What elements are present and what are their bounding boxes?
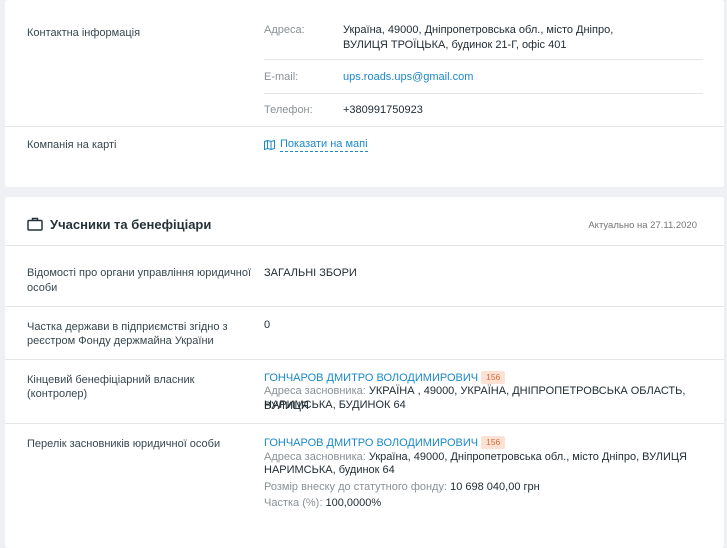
governance-label-1: Відомості про органи управління юридично… (27, 267, 252, 279)
divider (5, 423, 724, 424)
beneficiary-address-label: Адреса засновника: (264, 385, 366, 397)
divider (5, 126, 724, 127)
beneficiary-name-link[interactable]: ГОНЧАРОВ ДМИТРО ВОЛОДИМИРОВИЧ (264, 372, 478, 384)
actual-date: Актуально на 27.11.2020 (588, 220, 697, 231)
beneficiary-address-2: НАРИМСЬКА, БУДИНОК 64 (264, 399, 406, 411)
capital-row: Розмір внеску до статутного фонду: 10 69… (264, 480, 540, 495)
governance-label-2: особи (27, 282, 58, 294)
map-label: Компанія на карті (27, 139, 117, 151)
capital-label: Розмір внеску до статутного фонду: (264, 481, 448, 493)
phone-label: Телефон: (264, 104, 313, 116)
governance-value: ЗАГАЛЬНІ ЗБОРИ (264, 267, 357, 279)
divider (5, 359, 724, 360)
beneficiary-label-1: Кінцевий бенефіціарний власник (27, 374, 195, 386)
address-line-1: Україна, 49000, Дніпропетровська обл., м… (343, 24, 614, 36)
briefcase-icon (27, 217, 43, 231)
beneficiary-label-2: (контролер) (27, 388, 88, 400)
show-on-map-text: Показати на мапі (280, 138, 368, 152)
section-title: Учасники та бенефіціари (50, 217, 212, 232)
contacts-card: Контактна інформація Адреса: Україна, 49… (5, 0, 724, 187)
founder-name-link[interactable]: ГОНЧАРОВ ДМИТРО ВОЛОДИМИРОВИЧ (264, 437, 478, 449)
email-link[interactable]: ups.roads.ups@gmail.com (343, 70, 473, 85)
show-on-map-link[interactable]: Показати на мапі (264, 138, 368, 152)
capital-value: 10 698 040,00 грн (450, 481, 540, 493)
beneficiary-badge: 156 (481, 371, 506, 384)
founder-name-row: ГОНЧАРОВ ДМИТРО ВОЛОДИМИРОВИЧ 156 (264, 436, 506, 451)
email-label: E-mail: (264, 71, 299, 83)
state-share-label-1: Частка держави в підприємстві згідно з (27, 321, 228, 333)
share-label: Частка (%): (264, 497, 323, 509)
address-line-2: ВУЛИЦЯ ТРОЇЦЬКА, будинок 21-Г, офіс 401 (343, 39, 567, 51)
map-icon (264, 140, 275, 150)
founder-address-label: Адреса засновника: (264, 451, 366, 463)
founders-label: Перелік засновників юридичної особи (27, 438, 221, 450)
founder-address-2: НАРИМСЬКА, будинок 64 (264, 464, 395, 476)
state-share-label-2: реєстром Фонду держмайна України (27, 335, 214, 347)
divider (264, 93, 703, 94)
divider (5, 245, 724, 246)
contacts-section-label: Контактна інформація (27, 27, 141, 39)
participants-card: Учасники та бенефіціари Актуально на 27.… (5, 197, 724, 548)
divider (5, 306, 724, 307)
address-label: Адреса: (264, 24, 305, 36)
divider (264, 59, 703, 60)
state-share-value: 0 (264, 319, 271, 331)
share-value: 100,0000% (325, 497, 382, 509)
share-row: Частка (%): 100,0000% (264, 496, 381, 511)
founder-badge: 156 (481, 436, 506, 449)
founder-address-1: Україна, 49000, Дніпропетровська обл., м… (368, 451, 687, 463)
phone-value: +380991750923 (343, 104, 423, 116)
